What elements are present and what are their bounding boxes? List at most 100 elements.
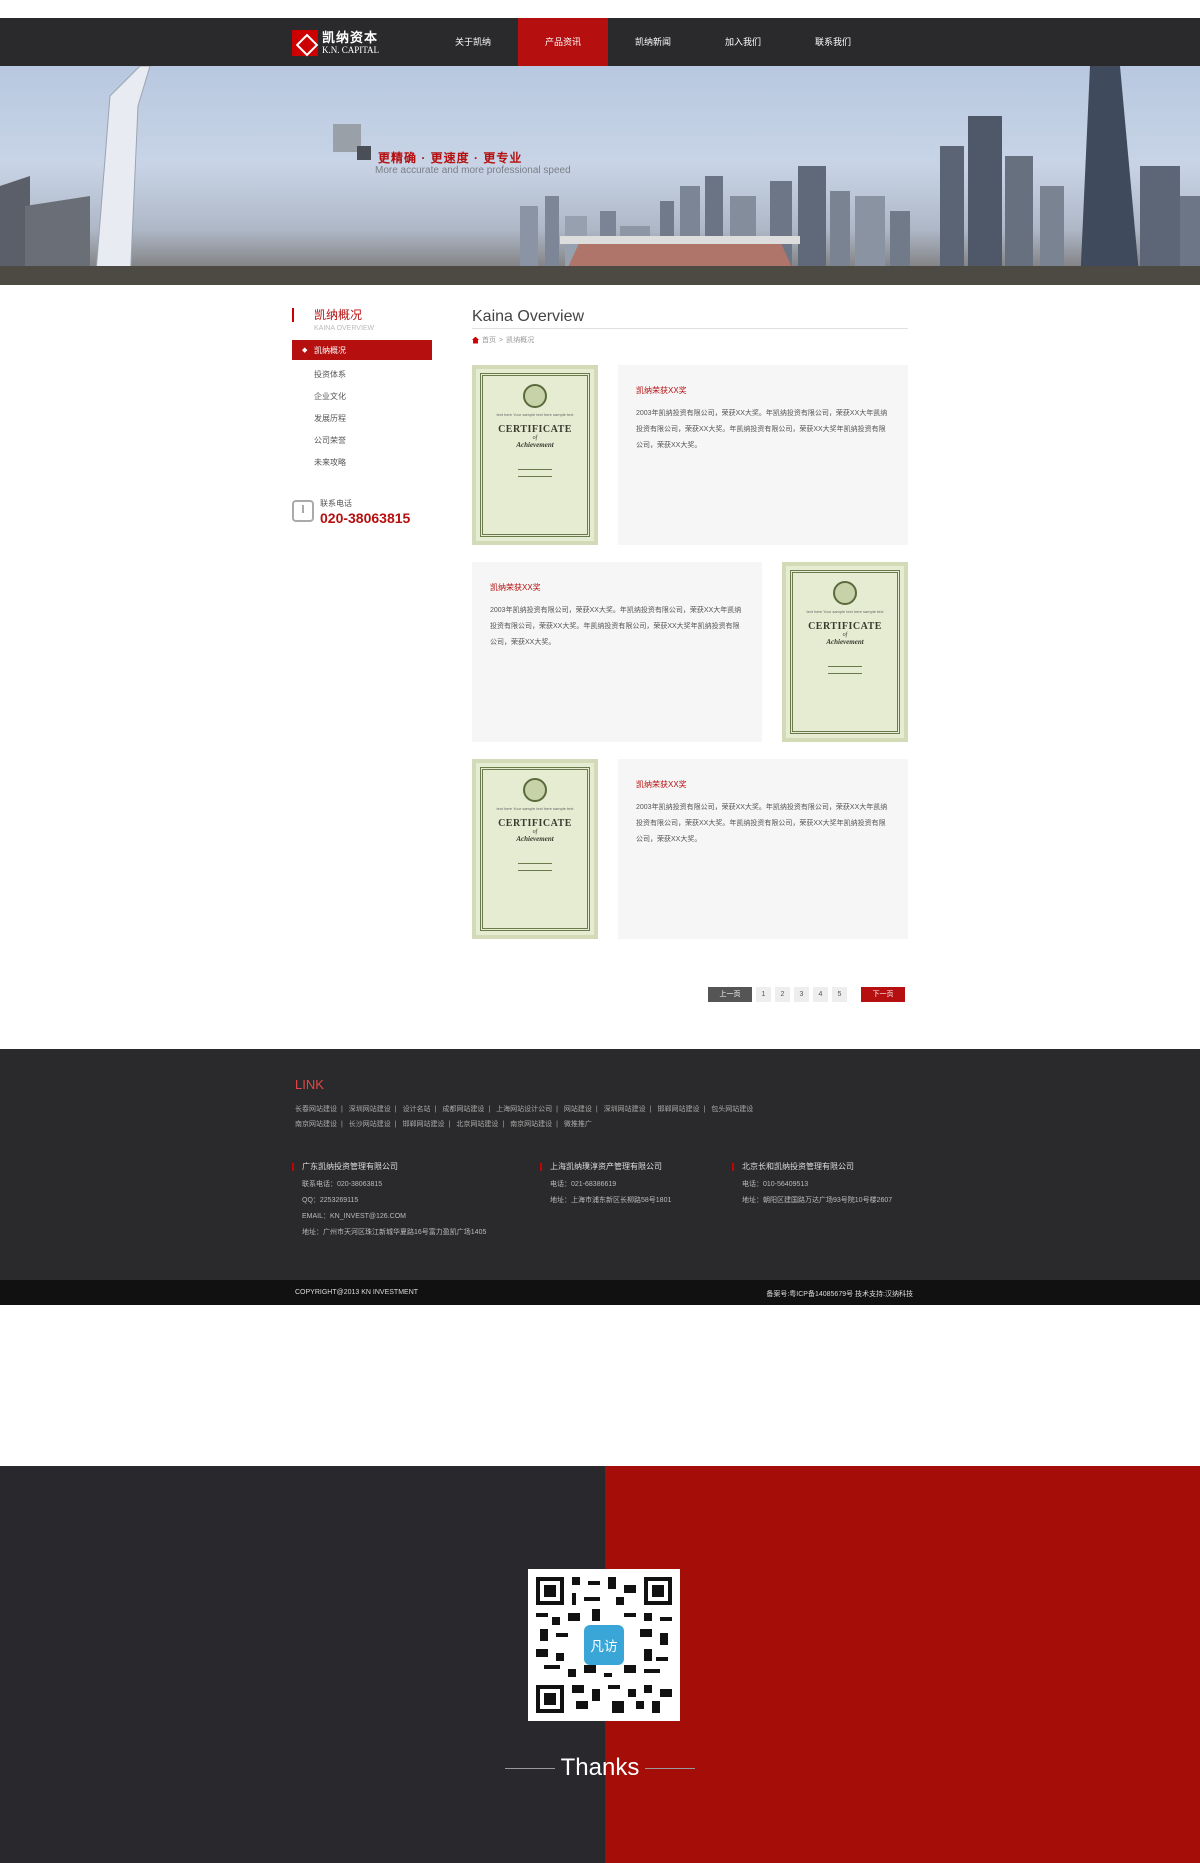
cert-small-text: text here Your sample text here sample t…	[496, 412, 574, 417]
footer-link[interactable]: 深圳网站建设	[349, 1106, 391, 1113]
logo[interactable]: 凯纳资本 K.N. CAPITAL	[292, 28, 382, 58]
footer-link[interactable]: 包头网站建设	[711, 1106, 753, 1113]
nav-item-about[interactable]: 关于凯纳	[428, 18, 518, 66]
footer-link[interactable]: 设计名站	[403, 1106, 431, 1113]
office-guangdong: 广东凯纳投资管理有限公司 联系电话：020-38063815 QQ：225326…	[292, 1163, 486, 1237]
award-title[interactable]: 凯纳荣获XX奖	[490, 582, 744, 593]
slogan-decor-square-small	[357, 146, 371, 160]
page-number-button[interactable]: 1	[756, 987, 771, 1002]
copyright: COPYRIGHT@2013 KN INVESTMENT	[295, 1289, 419, 1296]
thanks-text: Thanks	[560, 1754, 640, 1781]
cert-achievement: Achievement	[516, 440, 554, 449]
award-text-box: 凯纳荣获XX奖 2003年凯纳投资有限公司，荣获XX大奖。年凯纳投资有限公司，荣…	[472, 562, 762, 742]
page-number-button[interactable]: 2	[775, 987, 790, 1002]
main-content: Kaina Overview 首页 > 凯纳概况 text here Your …	[472, 308, 908, 939]
award-desc: 2003年凯纳投资有限公司，荣获XX大奖。年凯纳投资有限公司，荣获XX大年凯纳投…	[636, 804, 888, 843]
nav-item-news[interactable]: 凯纳新闻	[608, 18, 698, 66]
main-nav: 关于凯纳 产品资讯 凯纳新闻 加入我们 联系我们	[428, 18, 878, 66]
office-line: EMAIL：KN_INVEST@126.COM	[302, 1213, 406, 1220]
breadcrumb: 首页 > 凯纳概况	[472, 335, 908, 345]
certificate-image: text here Your sample text here sample t…	[472, 365, 598, 545]
footer-link[interactable]: 邯郸网站建设	[403, 1121, 445, 1128]
breadcrumb-home[interactable]: 首页	[482, 335, 496, 345]
thanks-section: 凡访 Thanks	[0, 1466, 1200, 1863]
breadcrumb-current: 凯纳概况	[506, 337, 535, 344]
sidebar-item-overview[interactable]: 凯纳概况	[292, 342, 432, 360]
footer-link[interactable]: 南京网站建设	[295, 1121, 337, 1128]
footer-link[interactable]: 邯郸网站建设	[657, 1106, 699, 1113]
qr-code-icon: 凡访	[536, 1577, 672, 1713]
prev-page-button[interactable]: 上一页	[708, 987, 752, 1002]
contact-phone: 联系电话 020-38063815	[292, 498, 432, 526]
sidebar-menu: 凯纳概况 投资体系 企业文化 发展历程 公司荣誉 未来攻略	[292, 340, 432, 474]
sidebar-item-investment[interactable]: 投资体系	[292, 364, 432, 386]
office-shanghai: 上海凯纳璞淳资产管理有限公司 电话：021-68386619 地址：上海市浦东新…	[540, 1163, 671, 1205]
footer-link[interactable]: 微推推广	[564, 1121, 592, 1128]
nav-item-products[interactable]: 产品资讯	[518, 18, 608, 66]
link-row-1: 长春网站建设 | 深圳网站建设 | 设计名站 | 成都网站建设 | 上海网站设计公司 | …	[295, 1106, 754, 1113]
certificate-image: text here Your sample text here sample t…	[782, 562, 908, 742]
pagination: 上一页 1 2 3 4 5 下一页	[708, 987, 905, 1002]
award-item: 凯纳荣获XX奖 2003年凯纳投资有限公司，荣获XX大奖。年凯纳投资有限公司，荣…	[472, 562, 908, 742]
footer-link[interactable]: 网站建设	[564, 1106, 592, 1113]
footer-link[interactable]: 北京网站建设	[456, 1121, 498, 1128]
footer-link[interactable]: 南京网站建设	[510, 1121, 552, 1128]
sidebar-item-history[interactable]: 发展历程	[292, 408, 432, 430]
award-item: text here Your sample text here sample t…	[472, 759, 908, 939]
logo-icon	[292, 30, 318, 56]
cert-title: CERTIFICATE	[498, 817, 572, 829]
office-name: 上海凯纳璞淳资产管理有限公司	[540, 1163, 671, 1171]
award-desc: 2003年凯纳投资有限公司，荣获XX大奖。年凯纳投资有限公司，荣获XX大年凯纳投…	[636, 410, 888, 449]
cert-achievement: Achievement	[826, 637, 864, 646]
page-number-button[interactable]: 5	[832, 987, 847, 1002]
office-line: 地址：广州市天河区珠江新城华夏路16号富力盈凯广场1405	[302, 1229, 487, 1236]
divider-line	[645, 1768, 695, 1769]
footer-link[interactable]: 长春网站建设	[295, 1106, 337, 1113]
office-line: 联系电话：020-38063815	[302, 1181, 383, 1188]
thanks-left-panel	[0, 1466, 605, 1863]
logo-text: 凯纳资本 K.N. CAPITAL	[322, 31, 379, 55]
cert-ornament	[828, 665, 862, 674]
sidebar-title: 凯纳概况	[292, 308, 432, 322]
office-line: QQ：2253269115	[302, 1197, 359, 1204]
footer-link[interactable]: 成都网站建设	[442, 1106, 484, 1113]
office-beijing: 北京长和凯纳投资管理有限公司 电话：010-56409513 地址：朝阳区建国路…	[732, 1163, 892, 1205]
nav-item-contact[interactable]: 联系我们	[788, 18, 878, 66]
footer-link[interactable]: 长沙网站建设	[349, 1121, 391, 1128]
award-text-box: 凯纳荣获XX奖 2003年凯纳投资有限公司，荣获XX大奖。年凯纳投资有限公司，荣…	[618, 365, 908, 545]
logo-cn: 凯纳资本	[322, 30, 379, 45]
page-number-button[interactable]: 3	[794, 987, 809, 1002]
qr-code: 凡访	[528, 1569, 680, 1721]
cert-ornament	[518, 862, 552, 871]
top-strip	[0, 0, 1200, 18]
footer-link[interactable]: 上海网站设计公司	[496, 1106, 552, 1113]
award-item: text here Your sample text here sample t…	[472, 365, 908, 545]
next-page-button[interactable]: 下一页	[861, 987, 905, 1002]
office-line: 地址：上海市浦东新区长柳路58号1801	[550, 1197, 672, 1204]
office-name: 北京长和凯纳投资管理有限公司	[732, 1163, 892, 1171]
seal-icon	[833, 581, 857, 605]
cert-small-text: text here Your sample text here sample t…	[496, 806, 574, 811]
footer-link[interactable]: 深圳网站建设	[604, 1106, 646, 1113]
seal-icon	[523, 778, 547, 802]
award-title[interactable]: 凯纳荣获XX奖	[636, 385, 890, 396]
sidebar-item-culture[interactable]: 企业文化	[292, 386, 432, 408]
award-text-box: 凯纳荣获XX奖 2003年凯纳投资有限公司，荣获XX大奖。年凯纳投资有限公司，荣…	[618, 759, 908, 939]
contact-number: 020-38063815	[320, 510, 411, 526]
cert-title: CERTIFICATE	[808, 620, 882, 632]
award-title[interactable]: 凯纳荣获XX奖	[636, 779, 890, 790]
logo-en: K.N. CAPITAL	[322, 45, 380, 55]
hero-banner: 更精确 · 更速度 · 更专业 More accurate and more p…	[0, 66, 1200, 285]
cert-ornament	[518, 468, 552, 477]
sidebar: 凯纳概况 KAINA OVERVIEW 凯纳概况 投资体系 企业文化 发展历程 …	[292, 308, 432, 526]
sidebar-item-strategy[interactable]: 未来攻略	[292, 452, 432, 474]
link-row-2: 南京网站建设 | 长沙网站建设 | 邯郸网站建设 | 北京网站建设 | 南京网站建设 | …	[295, 1121, 592, 1128]
nav-item-join[interactable]: 加入我们	[698, 18, 788, 66]
sidebar-item-honors[interactable]: 公司荣誉	[292, 430, 432, 452]
page-number-button[interactable]: 4	[813, 987, 828, 1002]
breadcrumb-separator: >	[499, 336, 504, 344]
certificate-image: text here Your sample text here sample t…	[472, 759, 598, 939]
office-line: 电话：021-68386619	[550, 1181, 617, 1188]
page-title: Kaina Overview	[472, 308, 908, 329]
qr-center-label: 凡访	[590, 1639, 617, 1654]
